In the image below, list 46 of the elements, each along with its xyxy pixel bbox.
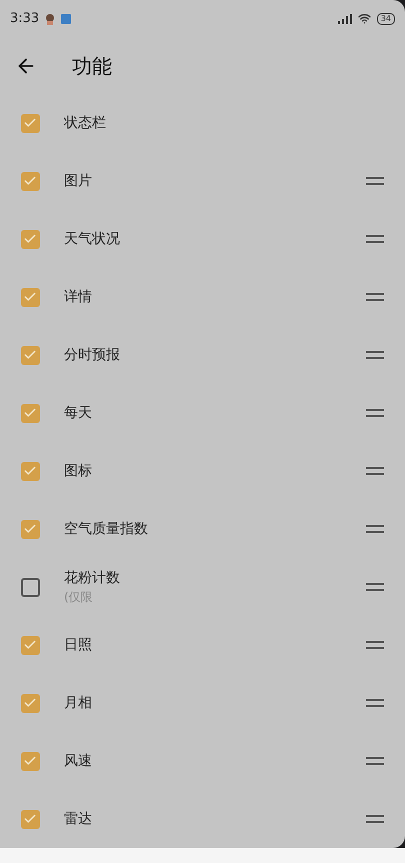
- checkbox[interactable]: [20, 462, 40, 480]
- item-label: 图片: [64, 172, 93, 191]
- item-label: 花粉计数: [64, 569, 121, 588]
- checkbox[interactable]: [20, 810, 40, 828]
- app-icon: [61, 14, 72, 24]
- checkbox[interactable]: [20, 114, 40, 132]
- item-label: 状态栏: [64, 114, 107, 133]
- checkbox[interactable]: [20, 752, 40, 770]
- clock: 3:33: [10, 10, 40, 28]
- drag-handle-icon[interactable]: [366, 467, 384, 475]
- checkbox[interactable]: [20, 578, 40, 596]
- checkbox[interactable]: [20, 346, 40, 364]
- battery-indicator: 34: [376, 12, 395, 25]
- drag-handle-icon[interactable]: [366, 293, 384, 301]
- drag-handle-icon[interactable]: [366, 351, 384, 359]
- item-label: 详情: [64, 288, 93, 307]
- checkbox[interactable]: [20, 404, 40, 422]
- drag-handle-icon[interactable]: [366, 235, 384, 243]
- checkbox[interactable]: [20, 520, 40, 538]
- item-label: 空气质量指数: [64, 520, 149, 539]
- item-label: 风速: [64, 752, 93, 771]
- drag-handle-icon[interactable]: [366, 815, 384, 823]
- checkbox[interactable]: [20, 172, 40, 190]
- item-label: 雷达: [64, 810, 93, 829]
- drag-handle-icon[interactable]: [366, 699, 384, 707]
- checkbox[interactable]: [20, 288, 40, 306]
- item-label: 分时预报: [64, 346, 121, 365]
- checkbox[interactable]: [20, 230, 40, 248]
- item-label: 日照: [64, 636, 93, 655]
- checkbox[interactable]: [20, 694, 40, 712]
- drag-handle-icon[interactable]: [366, 177, 384, 185]
- page-title: 功能: [72, 52, 112, 80]
- item-label: 每天: [64, 404, 93, 423]
- drag-handle-icon[interactable]: [366, 641, 384, 649]
- notification-icon: [45, 12, 56, 25]
- drag-handle-icon[interactable]: [366, 757, 384, 765]
- item-label: 图标: [64, 462, 93, 481]
- drag-handle-icon[interactable]: [366, 583, 384, 591]
- wifi-icon: [358, 12, 371, 26]
- drag-handle-icon[interactable]: [366, 525, 384, 533]
- signal-icon: [338, 14, 352, 24]
- item-note: (仅限: [64, 589, 94, 606]
- checkbox[interactable]: [20, 636, 40, 654]
- item-label: 天气状况: [64, 230, 121, 249]
- item-label: 月相: [64, 694, 93, 713]
- drag-handle-icon[interactable]: [366, 409, 384, 417]
